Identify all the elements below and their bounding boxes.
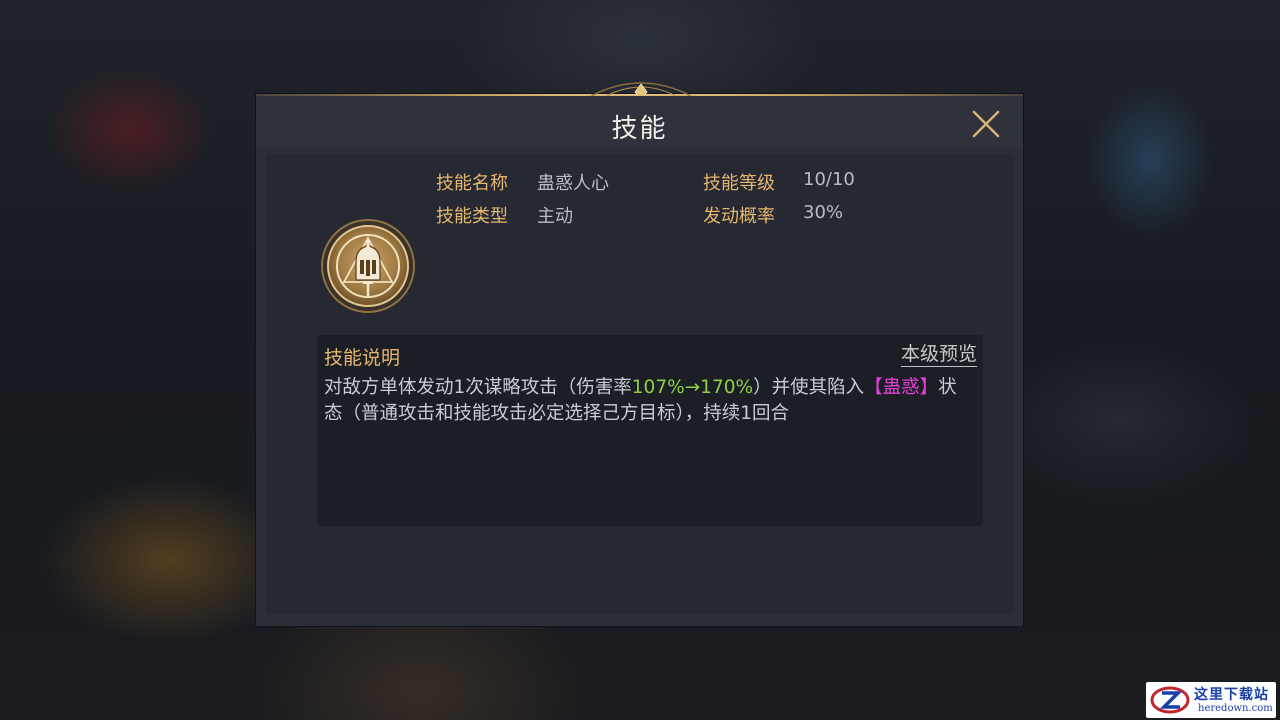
watermark-url: heredown.com <box>1198 703 1273 714</box>
skill-type-value: 主动 <box>537 206 573 227</box>
desc-part1: 对敌方单体发动1次谋略攻击（伤害率 <box>324 377 632 398</box>
skill-type-label: 技能类型 <box>436 206 508 227</box>
desc-part2: ）并使其陷入 <box>753 377 865 398</box>
watermark-title: 这里下载站 <box>1194 687 1269 703</box>
title-bar: 技能 <box>256 96 1023 148</box>
description-panel: 技能说明 本级预览 对敌方单体发动1次谋略攻击（伤害率107%→170%）并使其… <box>317 335 983 526</box>
skill-dialog: 技能 技能名称 蛊惑人心 技能等级 10/10 技能类型 主动 发动概率 30%… <box>255 82 1024 627</box>
knight-helmet-sword-icon[interactable] <box>320 218 416 314</box>
skill-level-value: 10/10 <box>803 169 855 190</box>
close-x-icon[interactable] <box>971 109 1001 139</box>
dialog-content: 技能名称 蛊惑人心 技能等级 10/10 技能类型 主动 发动概率 30% 技能… <box>266 154 1013 614</box>
status-name-highlight: 【蛊惑】 <box>864 377 939 398</box>
trigger-chance-value: 30% <box>803 202 844 223</box>
level-preview-link[interactable]: 本级预览 <box>900 342 977 367</box>
trigger-chance-label: 发动概率 <box>703 206 775 227</box>
skill-name-value: 蛊惑人心 <box>537 173 609 194</box>
watermark-logo-icon <box>1150 686 1190 714</box>
skill-level-label: 技能等级 <box>703 173 775 194</box>
site-watermark: 这里下载站 heredown.com <box>1146 682 1276 718</box>
description-text: 对敌方单体发动1次谋略攻击（伤害率107%→170%）并使其陷入【蛊惑】状态（普… <box>324 375 974 427</box>
description-title: 技能说明 <box>324 347 401 369</box>
dialog-title: 技能 <box>611 114 668 144</box>
damage-rate-highlight: 107%→170% <box>631 377 754 398</box>
skill-name-label: 技能名称 <box>436 173 508 194</box>
